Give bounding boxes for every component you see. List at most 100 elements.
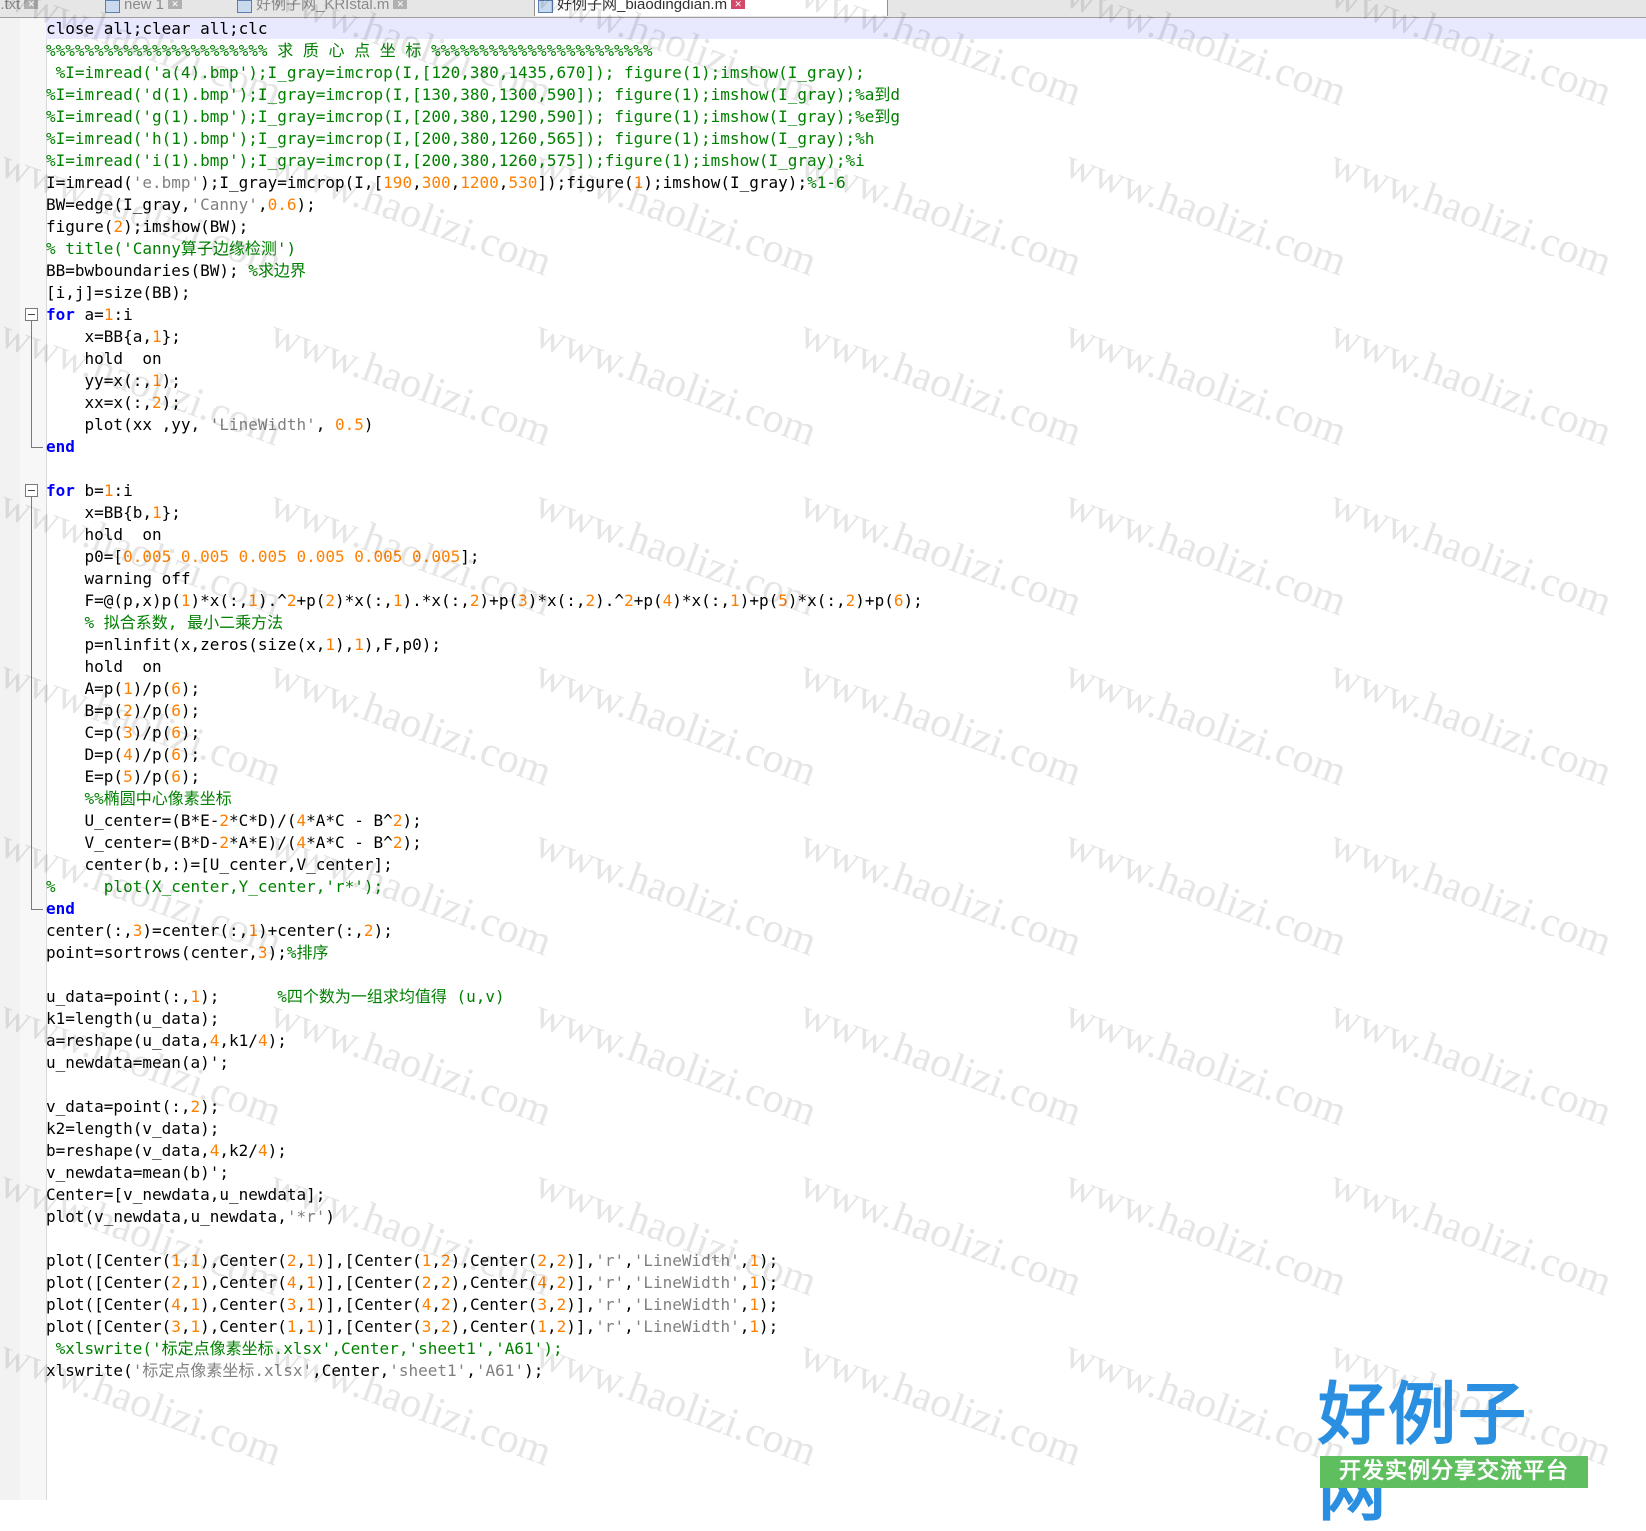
code-line[interactable]: u_newdata=mean(a)'; [46, 1052, 229, 1073]
code-token: ); [180, 723, 201, 742]
code-line[interactable]: hold on [46, 524, 162, 545]
code-line[interactable]: x=BB{b,1}; [46, 502, 181, 523]
code-token: 1 [633, 173, 644, 192]
code-token: )], [566, 1273, 596, 1292]
code-line[interactable]: yy=x(:,1); [46, 370, 181, 391]
close-icon[interactable]: ✕ [393, 0, 408, 9]
code-line[interactable]: %%%%%%%%%%%%%%%%%%%%%%% 求 质 心 点 坐 标 %%%%… [46, 40, 653, 61]
code-token: )/p( [132, 745, 172, 764]
close-icon[interactable]: ✕ [24, 0, 39, 9]
code-line[interactable]: % plot(X_center,Y_center,'r*'); [46, 876, 383, 897]
code-line[interactable]: plot(xx ,yy, 'LineWidth', 0.5) [46, 414, 374, 435]
code-line[interactable]: a=reshape(u_data,4,k1/4); [46, 1030, 287, 1051]
code-line[interactable]: %I=imread('a(4).bmp');I_gray=imcrop(I,[1… [46, 62, 865, 83]
code-token: % 拟合系数, 最小二乘方法 [84, 613, 284, 632]
code-token: plot([Center( [46, 1251, 172, 1270]
code-token: 'LineWidth' [209, 415, 316, 434]
code-token: 'r' [595, 1273, 625, 1292]
code-line[interactable]: C=p(3)/p(6); [46, 722, 201, 743]
code-token: 2 [441, 1295, 451, 1314]
code-line[interactable]: x=BB{a,1}; [46, 326, 181, 347]
code-line[interactable]: close all;clear all;clc [46, 18, 1646, 39]
code-token: 'sheet1' [389, 1361, 467, 1380]
code-line[interactable]: %I=imread('g(1).bmp');I_gray=imcrop(I,[2… [46, 106, 900, 127]
code-line[interactable]: V_center=(B*D-2*A*E)/(4*A*C - B^2); [46, 832, 422, 853]
code-token: , [431, 1251, 442, 1270]
code-line[interactable]: BW=edge(I_gray,'Canny',0.6); [46, 194, 316, 215]
code-token: 4 [257, 1031, 268, 1050]
code-token: ); [267, 1141, 287, 1160]
code-token: ); [759, 1295, 779, 1314]
code-line[interactable]: plot([Center(1,1),Center(2,1)],[Center(1… [46, 1250, 778, 1271]
code-token: ); [267, 1031, 287, 1050]
code-line[interactable]: end [46, 436, 75, 457]
code-line[interactable]: plot([Center(3,1),Center(1,1)],[Center(3… [46, 1316, 778, 1337]
code-line[interactable]: % title('Canny算子边缘检测') [46, 238, 296, 259]
code-line[interactable]: %%椭圆中心像素坐标 [46, 788, 232, 809]
code-line[interactable]: BB=bwboundaries(BW); %求边界 [46, 260, 306, 281]
code-token: ); [180, 679, 201, 698]
code-token: '标定点像素坐标.xlsx' [132, 1361, 313, 1380]
code-line[interactable]: p0=[0.005 0.005 0.005 0.005 0.005 0.005]… [46, 546, 480, 567]
code-line[interactable]: %xlswrite('标定点像素坐标.xlsx',Center,'sheet1'… [46, 1338, 563, 1359]
code-editor[interactable]: close all;clear all;clc%%%%%%%%%%%%%%%%%… [46, 18, 1646, 1500]
code-line[interactable]: v_newdata=mean(b)'; [46, 1162, 229, 1183]
tab-new-1[interactable]: new 1 ✕ [102, 0, 232, 16]
code-line[interactable]: [i,j]=size(BB); [46, 282, 191, 303]
code-token: x=BB{b, [46, 503, 152, 522]
code-line[interactable]: F=@(p,x)p(1)*x(:,1).^2+p(2)*x(:,1).*x(:,… [46, 590, 923, 611]
close-icon[interactable]: ✕ [168, 0, 183, 9]
code-line[interactable]: E=p(5)/p(6); [46, 766, 201, 787]
code-line[interactable]: Center=[v_newdata,u_newdata]; [46, 1184, 325, 1205]
code-line[interactable]: center(:,3)=center(:,1)+center(:,2); [46, 920, 393, 941]
code-line[interactable]: xlswrite('标定点像素坐标.xlsx',Center,'sheet1',… [46, 1360, 543, 1381]
code-line[interactable]: v_data=point(:,2); [46, 1096, 219, 1117]
code-line[interactable]: D=p(4)/p(6); [46, 744, 201, 765]
code-line[interactable]: plot([Center(4,1),Center(3,1)],[Center(4… [46, 1294, 778, 1315]
code-line[interactable]: plot(v_newdata,u_newdata,'*r') [46, 1206, 335, 1227]
code-line[interactable]: %I=imread('h(1).bmp');I_gray=imcrop(I,[2… [46, 128, 874, 149]
code-line[interactable]: warning off [46, 568, 191, 589]
code-token: 1 [248, 921, 258, 940]
code-line[interactable]: for b=1:i [46, 480, 133, 501]
code-line[interactable]: B=p(2)/p(6); [46, 700, 201, 721]
code-line[interactable]: hold on [46, 348, 162, 369]
close-icon[interactable]: ✕ [731, 0, 746, 9]
code-line[interactable]: hold on [46, 656, 162, 677]
code-line[interactable]: point=sortrows(center,3);%排序 [46, 942, 328, 963]
code-line[interactable]: for a=1:i [46, 304, 133, 325]
code-token: %求边界 [248, 261, 306, 280]
tab-biaodingdian[interactable]: 好例子网_biaodingdian.m ✕ [534, 0, 888, 16]
code-token: *A*C - B^ [306, 833, 393, 852]
code-token: % title('Canny算子边缘检测') [46, 239, 297, 258]
code-line[interactable]: xx=x(:,2); [46, 392, 181, 413]
fold-toggle-icon[interactable] [25, 308, 38, 321]
code-line[interactable]: end [46, 898, 75, 919]
code-line[interactable]: %I=imread('d(1).bmp');I_gray=imcrop(I,[1… [46, 84, 900, 105]
code-token: )],[Center( [315, 1273, 422, 1292]
code-line[interactable]: k2=length(v_data); [46, 1118, 219, 1139]
code-line[interactable]: %I=imread('i(1).bmp');I_gray=imcrop(I,[2… [46, 150, 865, 171]
code-line[interactable]: figure(2);imshow(BW); [46, 216, 248, 237]
tab-label: b.txt [0, 0, 21, 13]
code-line[interactable]: k1=length(u_data); [46, 1008, 219, 1029]
tab-label: 好例子网_KRIstal.m [256, 0, 390, 13]
code-line[interactable]: p=nlinfit(x,zeros(size(x,1),1),F,p0); [46, 634, 441, 655]
code-line[interactable]: U_center=(B*E-2*C*D)/(4*A*C - B^2); [46, 810, 422, 831]
code-token: )*x(:, [672, 591, 731, 610]
fold-toggle-icon[interactable] [25, 484, 38, 497]
code-token: }; [161, 503, 181, 522]
code-line[interactable]: A=p(1)/p(6); [46, 678, 201, 699]
code-line[interactable]: b=reshape(v_data,4,k2/4); [46, 1140, 287, 1161]
tab-b-txt[interactable]: b.txt ✕ [0, 0, 102, 16]
code-line[interactable]: I=imread('e.bmp');I_gray=imcrop(I,[190,3… [46, 172, 846, 193]
code-token: , [624, 1273, 634, 1292]
code-line[interactable]: plot([Center(2,1),Center(4,1)],[Center(2… [46, 1272, 778, 1293]
code-token: ); [200, 1097, 220, 1116]
tab-kristal[interactable]: 好例子网_KRIstal.m ✕ [234, 0, 530, 16]
code-line[interactable]: u_data=point(:,1); %四个数为一组求均值得 (u,v) [46, 986, 505, 1007]
code-line[interactable]: center(b,:)=[U_center,V_center]; [46, 854, 393, 875]
code-line[interactable]: % 拟合系数, 最小二乘方法 [46, 612, 284, 633]
code-token: 0.5 [335, 415, 364, 434]
